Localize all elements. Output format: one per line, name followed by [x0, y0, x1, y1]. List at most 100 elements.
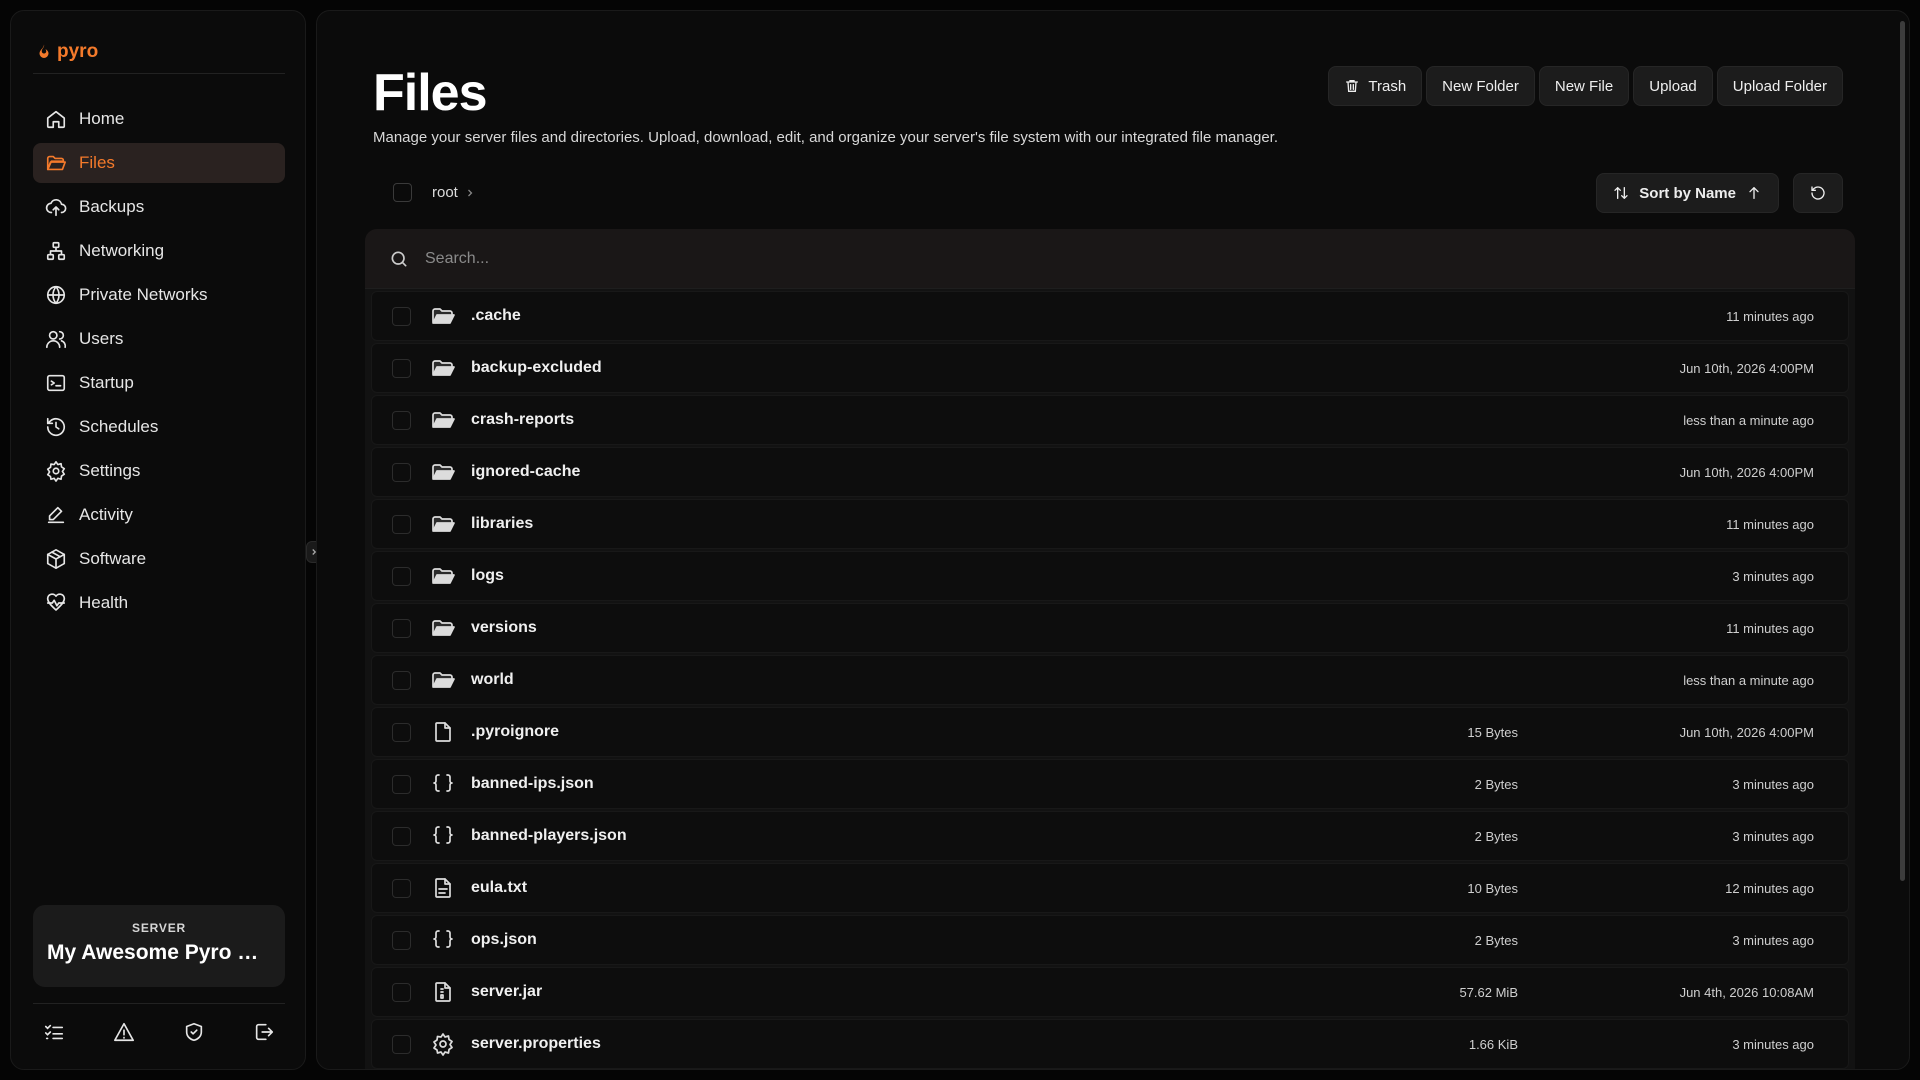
- file-modified: less than a minute ago: [1683, 672, 1814, 688]
- row-checkbox[interactable]: [392, 566, 411, 586]
- file-row[interactable]: server.properties 1.66 KiB 3 minutes ago: [371, 1019, 1849, 1069]
- file-name: world: [471, 671, 514, 688]
- sort-arrows-icon: [1614, 187, 1628, 199]
- sidebar-item-networking[interactable]: Networking: [33, 231, 285, 271]
- sidebar-item-label: Users: [79, 329, 124, 348]
- file-modified: 3 minutes ago: [1732, 776, 1814, 792]
- new-file-button[interactable]: New File: [1538, 66, 1630, 106]
- sidebar-item-startup[interactable]: Startup: [33, 363, 285, 403]
- file-row[interactable]: backup-excluded Jun 10th, 2026 4:00PM: [371, 343, 1849, 393]
- page-title: Files: [373, 64, 487, 122]
- sidebar-item-label: Schedules: [79, 417, 159, 436]
- sidebar-item-label: Networking: [79, 241, 165, 260]
- file-size: 57.62 MiB: [1459, 984, 1518, 1000]
- file-row[interactable]: server.jar 57.62 MiB Jun 4th, 2026 10:08AM: [371, 967, 1849, 1017]
- file-row[interactable]: crash-reports less than a minute ago: [371, 395, 1849, 445]
- file-row[interactable]: eula.txt 10 Bytes 12 minutes ago: [371, 863, 1849, 913]
- breadcrumb-root[interactable]: root: [432, 184, 476, 201]
- folder-icon: [431, 356, 455, 380]
- file-name: libraries: [471, 515, 534, 532]
- file-modified: 3 minutes ago: [1732, 932, 1814, 948]
- row-checkbox[interactable]: [392, 722, 411, 742]
- sidebar-nav: Home Files Backups Networking Private Networ…: [33, 99, 285, 627]
- row-checkbox[interactable]: [392, 1034, 411, 1054]
- file-row[interactable]: logs 3 minutes ago: [371, 551, 1849, 601]
- text-file-icon: [431, 876, 455, 900]
- file-row[interactable]: libraries 11 minutes ago: [371, 499, 1849, 549]
- sidebar-item-private-networks[interactable]: Private Networks: [33, 275, 285, 315]
- sidebar-item-label: Software: [79, 549, 147, 568]
- file-size: 2 Bytes: [1474, 932, 1518, 948]
- row-checkbox[interactable]: [392, 774, 411, 794]
- file-row[interactable]: ignored-cache Jun 10th, 2026 4:00PM: [371, 447, 1849, 497]
- logout-icon[interactable]: [253, 1021, 275, 1043]
- scrollbar[interactable]: [1900, 21, 1905, 881]
- file-name: ops.json: [471, 931, 537, 948]
- shield-icon[interactable]: [183, 1021, 205, 1043]
- new-file-label: New File: [1554, 77, 1614, 95]
- main-panel: Files Manage your server files and direc…: [316, 10, 1910, 1070]
- pyro-logo[interactable]: pyro: [35, 41, 98, 63]
- file-row[interactable]: world less than a minute ago: [371, 655, 1849, 705]
- file-size: 1.66 KiB: [1468, 1036, 1518, 1052]
- row-checkbox[interactable]: [392, 358, 411, 378]
- sidebar-item-schedules[interactable]: Schedules: [33, 407, 285, 447]
- sidebar-item-software[interactable]: Software: [33, 539, 285, 579]
- cloud-upload-icon: [45, 196, 67, 218]
- sidebar-item-health[interactable]: Health: [33, 583, 285, 623]
- file-name: banned-ips.json: [471, 775, 594, 792]
- server-card[interactable]: SERVER My Awesome Pyro Se...: [33, 905, 285, 987]
- row-checkbox[interactable]: [392, 670, 411, 690]
- new-folder-button[interactable]: New Folder: [1426, 66, 1535, 106]
- file-row[interactable]: .cache 11 minutes ago: [371, 291, 1849, 341]
- row-checkbox[interactable]: [392, 410, 411, 430]
- file-row[interactable]: ops.json 2 Bytes 3 minutes ago: [371, 915, 1849, 965]
- upload-button[interactable]: Upload: [1633, 66, 1713, 106]
- file-name: eula.txt: [471, 879, 528, 896]
- warning-icon[interactable]: [113, 1021, 135, 1043]
- users-icon: [45, 328, 67, 350]
- row-checkbox[interactable]: [392, 930, 411, 950]
- sidebar-item-users[interactable]: Users: [33, 319, 285, 359]
- sidebar-item-files[interactable]: Files: [33, 143, 285, 183]
- file-size: 15 Bytes: [1467, 724, 1518, 740]
- sidebar-item-settings[interactable]: Settings: [33, 451, 285, 491]
- file-name: backup-excluded: [471, 359, 602, 376]
- file-list: .cache 11 minutes ago backup-excluded Jun 1…: [365, 229, 1855, 1069]
- sidebar-item-backups[interactable]: Backups: [33, 187, 285, 227]
- row-checkbox[interactable]: [392, 982, 411, 1002]
- file-row[interactable]: versions 11 minutes ago: [371, 603, 1849, 653]
- package-icon: [45, 548, 67, 570]
- chevron-right-icon: [467, 189, 473, 196]
- row-checkbox[interactable]: [392, 878, 411, 898]
- row-checkbox[interactable]: [392, 826, 411, 846]
- trash-button[interactable]: Trash: [1328, 66, 1423, 106]
- sort-label: Sort by Name: [1639, 184, 1736, 202]
- breadcrumb: root: [393, 183, 476, 202]
- sidebar-item-label: Files: [79, 153, 115, 172]
- refresh-button[interactable]: [1793, 173, 1843, 213]
- row-checkbox[interactable]: [392, 306, 411, 326]
- sidebar-item-label: Home: [79, 109, 125, 128]
- upload-folder-label: Upload Folder: [1732, 77, 1827, 95]
- upload-folder-button[interactable]: Upload Folder: [1716, 66, 1843, 106]
- gear-icon: [45, 460, 67, 482]
- pen-icon: [45, 504, 67, 526]
- sidebar-item-activity[interactable]: Activity: [33, 495, 285, 535]
- file-row[interactable]: banned-ips.json 2 Bytes 3 minutes ago: [371, 759, 1849, 809]
- search-bar: [365, 229, 1855, 289]
- list-checks-icon[interactable]: [43, 1021, 65, 1043]
- row-checkbox[interactable]: [392, 514, 411, 534]
- file-name: .cache: [471, 307, 521, 324]
- row-checkbox[interactable]: [392, 462, 411, 482]
- sort-button[interactable]: Sort by Name: [1596, 173, 1779, 213]
- file-row[interactable]: .pyroignore 15 Bytes Jun 10th, 2026 4:00PM: [371, 707, 1849, 757]
- sidebar-item-home[interactable]: Home: [33, 99, 285, 139]
- file-row[interactable]: banned-players.json 2 Bytes 3 minutes ago: [371, 811, 1849, 861]
- select-all-checkbox[interactable]: [393, 183, 412, 202]
- sidebar-item-label: Backups: [79, 197, 145, 216]
- file-modified: Jun 10th, 2026 4:00PM: [1679, 360, 1814, 376]
- row-checkbox[interactable]: [392, 618, 411, 638]
- search-input[interactable]: [425, 249, 1725, 268]
- file-modified: 3 minutes ago: [1732, 568, 1814, 584]
